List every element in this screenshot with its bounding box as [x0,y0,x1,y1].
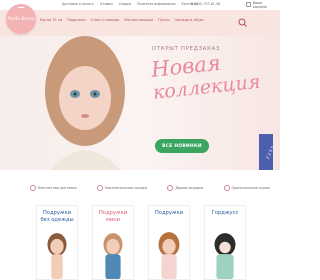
doll-image [158,232,180,279]
doll-image [47,233,67,279]
nav-item-baby-dolls[interactable]: Пупсы [158,18,169,22]
feature-label: Дарим подарки [175,186,204,190]
card-title: Подружки [149,210,189,217]
doll-image [103,233,123,279]
crown-icon [18,7,24,11]
gift-icon [167,185,174,191]
phone-number[interactable]: 8 (800) 707-61-46 [191,2,220,6]
card-title-line1: Горджусс [211,210,239,216]
main-nav: Куклы 32 см Подружки Стиль и наряды Мягк… [0,10,280,36]
site-logo[interactable]: Paola Reina [6,4,36,34]
feature-discounts: Накопительные скидки [96,183,148,193]
nav-item-style[interactable]: Стиль и наряды [91,18,120,22]
logo-text: Paola Reina [7,16,35,22]
card-title-line2: мини [105,216,121,223]
category-card-friends[interactable]: Подружки [148,205,190,280]
nav-item-soft-babies[interactable]: Мягкие малыши [124,18,153,22]
hero-badge: 2 2 5 5 [259,134,276,170]
heart-icon [223,185,230,191]
card-title: Подружки мини [93,210,133,223]
card-title-line1: Подружки [154,210,184,216]
truck-icon [30,185,36,191]
cart-icon [246,2,251,7]
card-title-line1: Подружки [42,210,72,216]
feature-label: Оригинальные куклы [231,186,270,190]
features-row: Бесплатная доставка Накопительные скидки… [30,183,270,193]
badge-text: 2 2 5 5 [264,145,276,160]
top-link-reviews[interactable]: Отзывы [100,2,113,6]
hero-banner: ОТКРЫТ ПРЕДЗАКАЗ Новая коллекция ВСЕ НОВ… [0,36,280,170]
card-title-line1: Подружки [98,210,128,216]
cta-label: ВСЕ НОВИНКИ [162,143,202,149]
cart-button[interactable]: Ваша корзина [246,0,276,9]
top-link-discounts[interactable]: Скидки [119,2,131,6]
card-title: Подружки без одежды [37,210,77,223]
card-title-line2: без одежды [40,216,74,223]
top-link-info[interactable]: Полезная информация [137,2,175,6]
search-icon[interactable] [236,16,250,30]
doll-image [214,233,236,279]
feature-original: Оригинальные куклы [223,183,270,193]
nav-menu: Куклы 32 см Подружки Стиль и наряды Мягк… [40,18,204,22]
category-card-no-clothes[interactable]: Подружки без одежды [36,205,78,280]
nav-item-friends[interactable]: Подружки [67,18,85,22]
feature-free-delivery: Бесплатная доставка [30,183,77,193]
nav-item-clothes[interactable]: Одежда и обувь [175,18,204,22]
feature-label: Бесплатная доставка [38,186,77,190]
nav-item-dolls-32[interactable]: Куклы 32 см [40,18,62,22]
category-card-gorjuss[interactable]: Горджусс [204,205,246,280]
category-card-mini[interactable]: Подружки мини [92,205,134,280]
category-cards: Подружки без одежды Подружки мини Подруж… [36,205,246,280]
feature-label: Накопительные скидки [104,186,148,190]
card-title: Горджусс [205,210,245,217]
top-link-delivery[interactable]: Доставка и оплата [62,2,94,6]
percent-icon [96,185,103,191]
doll-photo [45,36,125,170]
feature-gifts: Дарим подарки [167,183,203,193]
cart-label: Ваша корзина [252,0,267,9]
top-links: Доставка и оплата Отзывы Скидки Полезная… [62,2,198,6]
all-new-button[interactable]: ВСЕ НОВИНКИ [155,139,209,153]
